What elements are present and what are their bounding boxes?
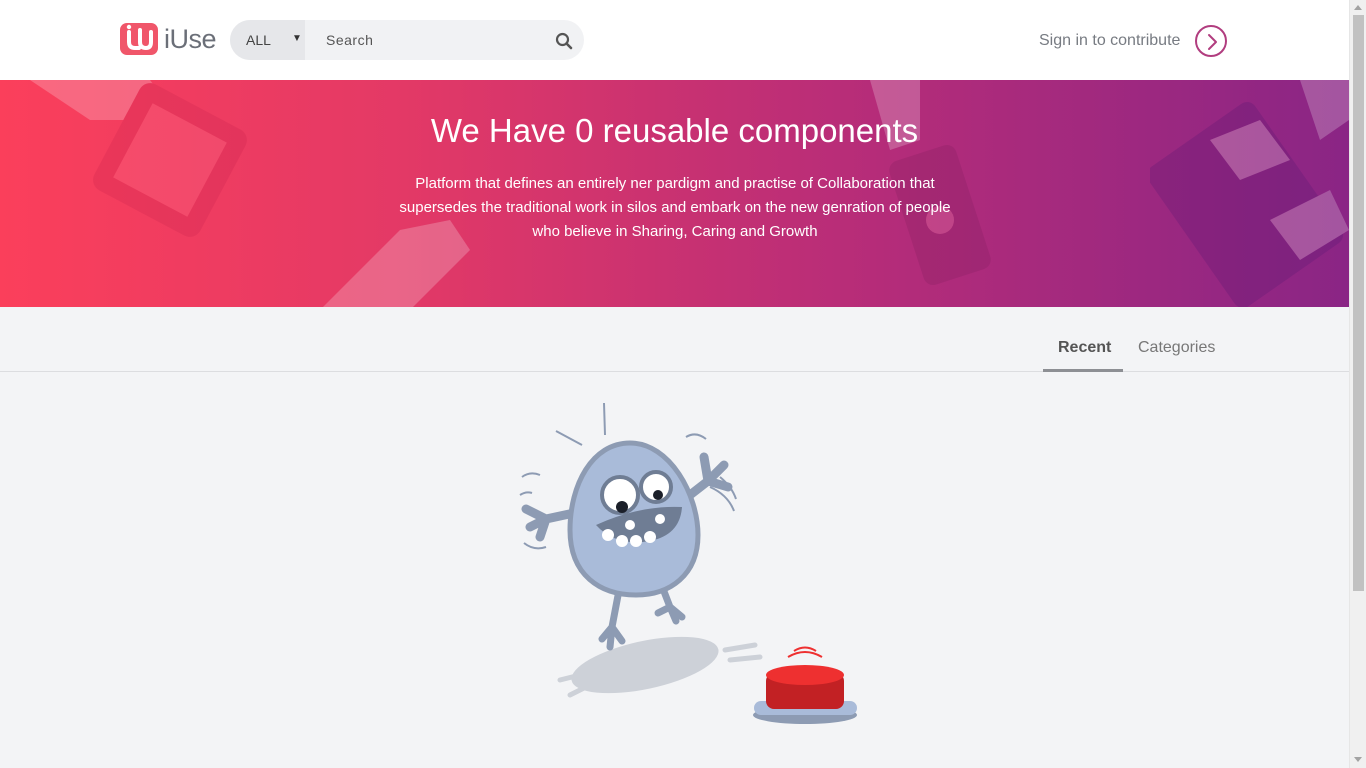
tablet-illustration-icon xyxy=(30,80,247,237)
hero-title: We Have 0 reusable components xyxy=(430,112,919,149)
empty-state-illustration xyxy=(510,395,870,740)
active-tab-indicator xyxy=(1043,369,1123,372)
caret-down-icon: ▼ xyxy=(292,33,302,44)
monster-illustration-icon xyxy=(519,402,857,724)
search-icon[interactable] xyxy=(555,32,573,50)
hero-description: Platform that defines an entirely ner pa… xyxy=(399,175,951,240)
category-select[interactable]: ALL ▼ xyxy=(230,20,305,60)
signin-label: Sign in to contribute xyxy=(1039,32,1181,49)
logo-icon xyxy=(120,23,158,55)
logo[interactable]: iUse xyxy=(120,22,217,56)
scroll-down-icon[interactable] xyxy=(1354,757,1362,762)
tab-categories[interactable]: Categories xyxy=(1138,339,1215,357)
logo-text: iUse xyxy=(164,23,217,54)
hero-banner: We Have 0 reusable components Platform t… xyxy=(0,80,1349,307)
signin-link[interactable]: Sign in to contribute xyxy=(1039,25,1228,57)
search-input[interactable] xyxy=(326,20,546,60)
tab-bar: Recent Categories xyxy=(0,307,1349,372)
chevron-right-icon[interactable] xyxy=(1195,25,1228,57)
tab-recent[interactable]: Recent xyxy=(1058,339,1111,357)
scrollbar-thumb[interactable] xyxy=(1353,15,1364,591)
search-bar: ALL ▼ xyxy=(230,20,584,60)
category-select-value: ALL xyxy=(246,32,271,48)
vertical-scrollbar[interactable] xyxy=(1349,0,1366,768)
site-header: iUse ALL ▼ Sign in to contribute xyxy=(0,0,1349,80)
scroll-up-icon[interactable] xyxy=(1354,5,1362,10)
